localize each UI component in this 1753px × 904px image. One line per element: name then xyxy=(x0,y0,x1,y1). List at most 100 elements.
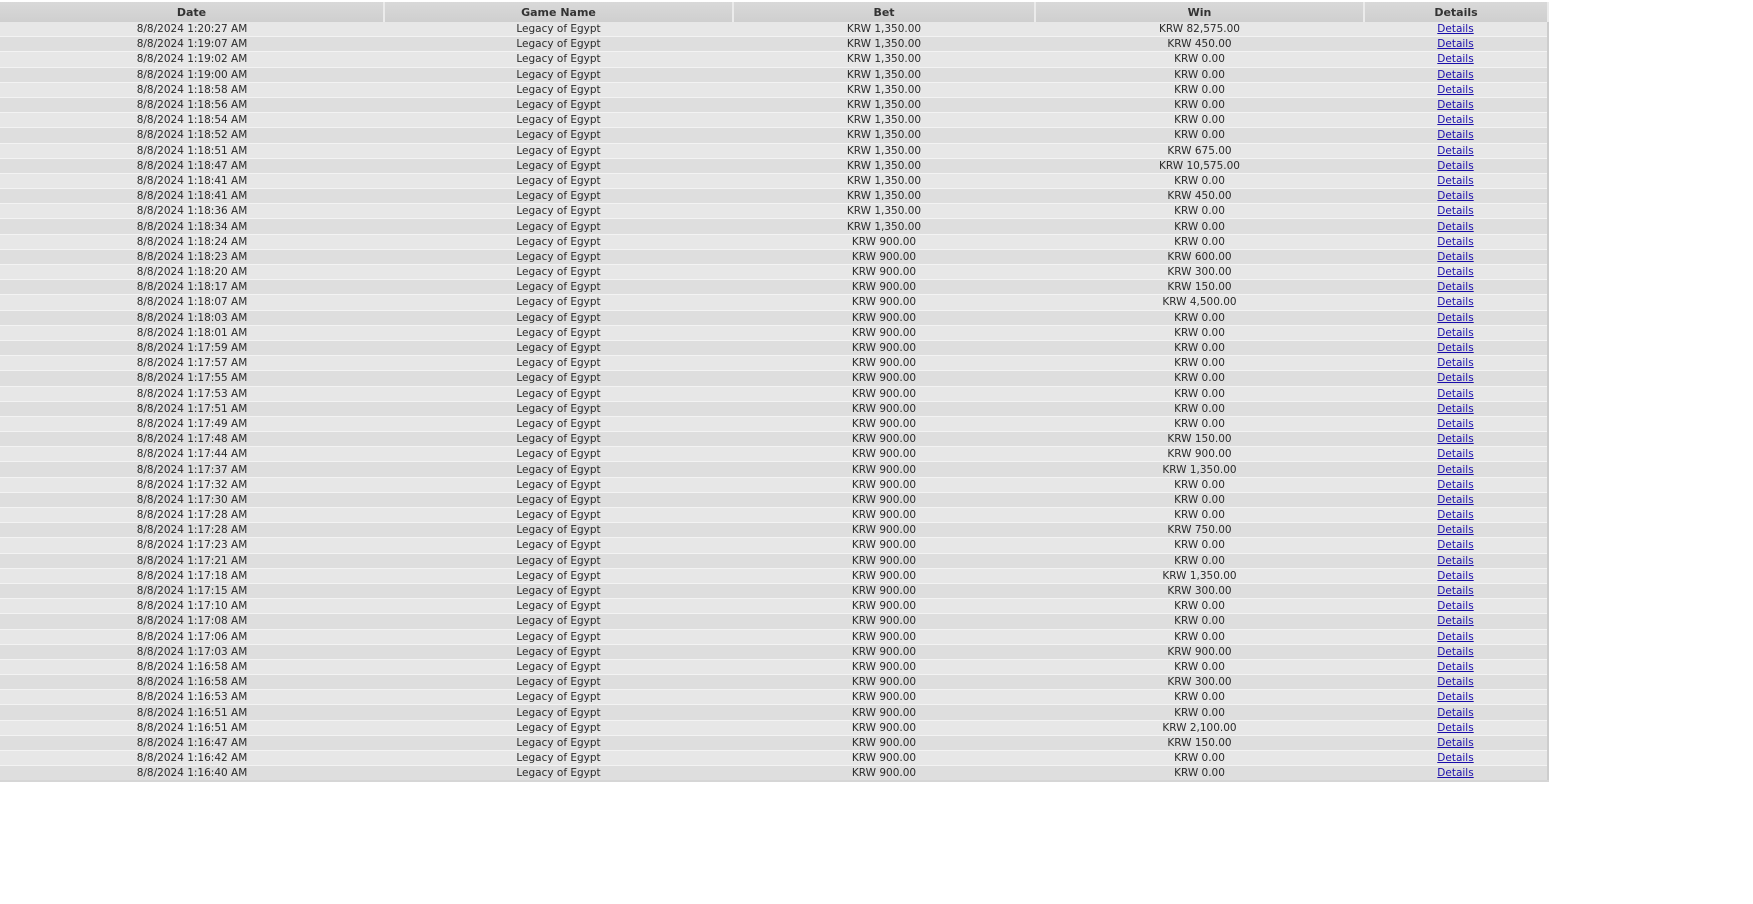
details-link[interactable]: Details xyxy=(1437,767,1473,779)
details-cell: Details xyxy=(1364,492,1548,509)
bet-cell: KRW 900.00 xyxy=(733,461,1035,478)
details-link[interactable]: Details xyxy=(1437,145,1473,157)
details-link[interactable]: Details xyxy=(1437,479,1473,491)
details-link[interactable]: Details xyxy=(1437,53,1473,65)
table-row: 8/8/2024 1:17:53 AM Legacy of Egypt KRW 90… xyxy=(0,386,1548,402)
game-name-cell: Legacy of Egypt xyxy=(384,22,733,38)
win-cell: KRW 450.00 xyxy=(1035,188,1364,205)
details-link[interactable]: Details xyxy=(1437,236,1473,248)
details-link[interactable]: Details xyxy=(1437,84,1473,96)
details-link[interactable]: Details xyxy=(1437,296,1473,308)
details-link[interactable]: Details xyxy=(1437,38,1473,50)
details-link[interactable]: Details xyxy=(1437,509,1473,521)
bet-cell: KRW 1,350.00 xyxy=(733,143,1035,159)
details-link[interactable]: Details xyxy=(1437,403,1473,415)
win-cell: KRW 0.00 xyxy=(1035,477,1364,493)
details-link[interactable]: Details xyxy=(1437,327,1473,339)
date-cell: 8/8/2024 1:17:57 AM xyxy=(0,355,384,372)
date-cell: 8/8/2024 1:18:54 AM xyxy=(0,112,384,129)
date-cell: 8/8/2024 1:18:58 AM xyxy=(0,82,384,98)
details-link[interactable]: Details xyxy=(1437,494,1473,506)
details-link[interactable]: Details xyxy=(1437,266,1473,278)
details-link[interactable]: Details xyxy=(1437,570,1473,582)
date-cell: 8/8/2024 1:17:23 AM xyxy=(0,537,384,554)
details-link[interactable]: Details xyxy=(1437,175,1473,187)
details-link[interactable]: Details xyxy=(1437,205,1473,217)
date-cell: 8/8/2024 1:16:51 AM xyxy=(0,704,384,721)
details-link[interactable]: Details xyxy=(1437,464,1473,476)
details-link[interactable]: Details xyxy=(1437,524,1473,536)
details-link[interactable]: Details xyxy=(1437,752,1473,764)
game-name-cell: Legacy of Egypt xyxy=(384,750,733,767)
win-cell: KRW 0.00 xyxy=(1035,704,1364,721)
details-link[interactable]: Details xyxy=(1437,357,1473,369)
win-cell: KRW 0.00 xyxy=(1035,97,1364,114)
win-cell: KRW 900.00 xyxy=(1035,644,1364,660)
game-name-cell: Legacy of Egypt xyxy=(384,370,733,387)
game-name-cell: Legacy of Egypt xyxy=(384,416,733,433)
details-link[interactable]: Details xyxy=(1437,281,1473,293)
date-cell: 8/8/2024 1:16:51 AM xyxy=(0,720,384,736)
table-row: 8/8/2024 1:17:23 AM Legacy of Egypt KRW 90… xyxy=(0,537,1548,554)
details-link[interactable]: Details xyxy=(1437,114,1473,126)
table-row: 8/8/2024 1:16:51 AM Legacy of Egypt KRW 90… xyxy=(0,720,1548,736)
details-link[interactable]: Details xyxy=(1437,312,1473,324)
game-name-cell: Legacy of Egypt xyxy=(384,568,733,584)
details-link[interactable]: Details xyxy=(1437,691,1473,703)
details-link[interactable]: Details xyxy=(1437,737,1473,749)
details-link[interactable]: Details xyxy=(1437,707,1473,719)
details-link[interactable]: Details xyxy=(1437,23,1473,35)
date-cell: 8/8/2024 1:16:47 AM xyxy=(0,735,384,752)
details-link[interactable]: Details xyxy=(1437,190,1473,202)
table-row: 8/8/2024 1:18:20 AM Legacy of Egypt KRW 90… xyxy=(0,264,1548,281)
bet-cell: KRW 1,350.00 xyxy=(733,218,1035,235)
details-link[interactable]: Details xyxy=(1437,631,1473,643)
game-name-cell: Legacy of Egypt xyxy=(384,522,733,539)
details-cell: Details xyxy=(1364,568,1548,584)
details-link[interactable]: Details xyxy=(1437,615,1473,627)
details-link[interactable]: Details xyxy=(1437,99,1473,111)
details-link[interactable]: Details xyxy=(1437,129,1473,141)
details-cell: Details xyxy=(1364,750,1548,767)
details-link[interactable]: Details xyxy=(1437,388,1473,400)
details-link[interactable]: Details xyxy=(1437,555,1473,567)
game-name-cell: Legacy of Egypt xyxy=(384,704,733,721)
details-link[interactable]: Details xyxy=(1437,251,1473,263)
table-row: 8/8/2024 1:18:17 AM Legacy of Egypt KRW 90… xyxy=(0,279,1548,296)
win-cell: KRW 0.00 xyxy=(1035,51,1364,68)
details-link[interactable]: Details xyxy=(1437,418,1473,430)
date-cell: 8/8/2024 1:18:52 AM xyxy=(0,127,384,144)
details-cell: Details xyxy=(1364,158,1548,174)
details-link[interactable]: Details xyxy=(1437,676,1473,688)
details-link[interactable]: Details xyxy=(1437,372,1473,384)
details-cell: Details xyxy=(1364,36,1548,53)
details-link[interactable]: Details xyxy=(1437,600,1473,612)
details-link[interactable]: Details xyxy=(1437,539,1473,551)
column-header-game-name: Game Name xyxy=(384,2,734,22)
details-link[interactable]: Details xyxy=(1437,433,1473,445)
date-cell: 8/8/2024 1:18:41 AM xyxy=(0,173,384,190)
bet-cell: KRW 900.00 xyxy=(733,553,1035,569)
details-link[interactable]: Details xyxy=(1437,722,1473,734)
column-header-bet: Bet xyxy=(733,2,1036,22)
details-link[interactable]: Details xyxy=(1437,661,1473,673)
details-link[interactable]: Details xyxy=(1437,585,1473,597)
table-row: 8/8/2024 1:17:51 AM Legacy of Egypt KRW 90… xyxy=(0,401,1548,417)
details-link[interactable]: Details xyxy=(1437,221,1473,233)
game-name-cell: Legacy of Egypt xyxy=(384,51,733,68)
game-name-cell: Legacy of Egypt xyxy=(384,446,733,463)
details-cell: Details xyxy=(1364,613,1548,630)
game-name-cell: Legacy of Egypt xyxy=(384,234,733,250)
details-cell: Details xyxy=(1364,598,1548,615)
details-link[interactable]: Details xyxy=(1437,448,1473,460)
bet-cell: KRW 1,350.00 xyxy=(733,67,1035,83)
game-name-cell: Legacy of Egypt xyxy=(384,127,733,144)
game-name-cell: Legacy of Egypt xyxy=(384,173,733,190)
win-cell: KRW 0.00 xyxy=(1035,234,1364,250)
details-link[interactable]: Details xyxy=(1437,160,1473,172)
details-link[interactable]: Details xyxy=(1437,69,1473,81)
details-link[interactable]: Details xyxy=(1437,342,1473,354)
details-cell: Details xyxy=(1364,340,1548,357)
details-link[interactable]: Details xyxy=(1437,646,1473,658)
game-name-cell: Legacy of Egypt xyxy=(384,294,733,311)
